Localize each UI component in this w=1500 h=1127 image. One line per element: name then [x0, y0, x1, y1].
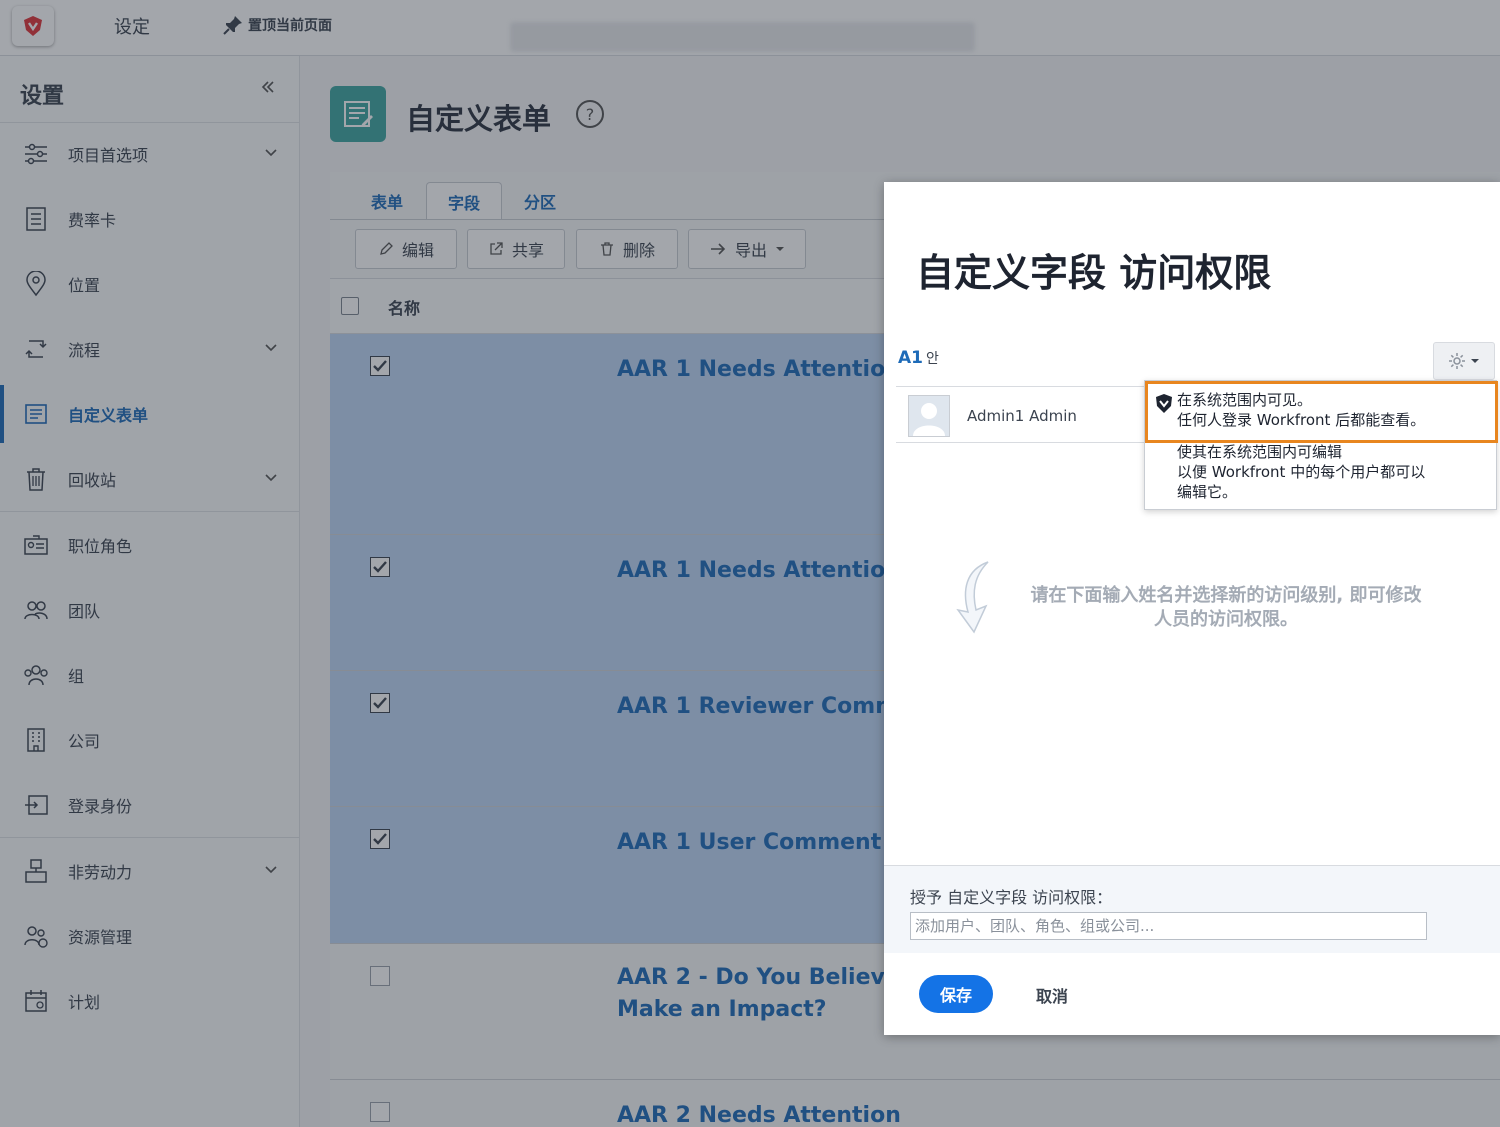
gear-icon: [1449, 353, 1465, 369]
option-system-wide-view[interactable]: 在系统范围内可见。 任何人登录 Workfront 后都能查看。: [1145, 381, 1498, 443]
option-line: 任何人登录 Workfront 后都能查看。: [1177, 411, 1426, 429]
access-level-menu: 在系统范围内可见。 任何人登录 Workfront 后都能查看。 使其在系统范围…: [1144, 380, 1498, 510]
empty-state-message: 请在下面输入姓名并选择新的访问级别, 即可修改 人员的访问权限。: [1008, 584, 1444, 632]
option-line: 在系统范围内可见。: [1177, 391, 1313, 409]
person-icon: [913, 403, 945, 436]
access-permissions-dialog: 自定义字段 访问权限 A1 안 Admin1 Admin 在系统范围内可见。 任何…: [884, 182, 1500, 1035]
workfront-shield-icon: [1156, 394, 1172, 413]
caret-down-icon: [1471, 359, 1479, 363]
option-line: 使其在系统范围内可编辑: [1177, 443, 1343, 461]
owner-tag: A1 안: [898, 348, 939, 368]
grant-access-input[interactable]: [910, 912, 1427, 940]
user-access-row: Admin1 Admin: [896, 387, 1152, 443]
cancel-button[interactable]: 取消: [1036, 983, 1068, 1007]
option-line: 以便 Workfront 中的每个用户都可以: [1177, 463, 1426, 481]
grant-access-area: 授予 自定义字段 访问权限：: [884, 865, 1500, 953]
permission-settings-button[interactable]: [1433, 342, 1495, 380]
empty-state-line: 人员的访问权限。: [1154, 609, 1298, 630]
dialog-title: 自定义字段 访问权限: [916, 251, 1272, 295]
curved-arrow-icon: [956, 561, 989, 634]
save-button[interactable]: 保存: [919, 975, 993, 1013]
option-line: 编辑它。: [1177, 483, 1238, 501]
avatar: [908, 395, 950, 437]
empty-state-line: 请在下面输入姓名并选择新的访问级别, 即可修改: [1030, 585, 1422, 606]
owner-tag-suffix: 안: [926, 351, 939, 367]
user-name: Admin1 Admin: [967, 407, 1077, 425]
owner-tag-label: A1: [898, 348, 923, 368]
grant-access-label: 授予 自定义字段 访问权限：: [910, 888, 1113, 907]
